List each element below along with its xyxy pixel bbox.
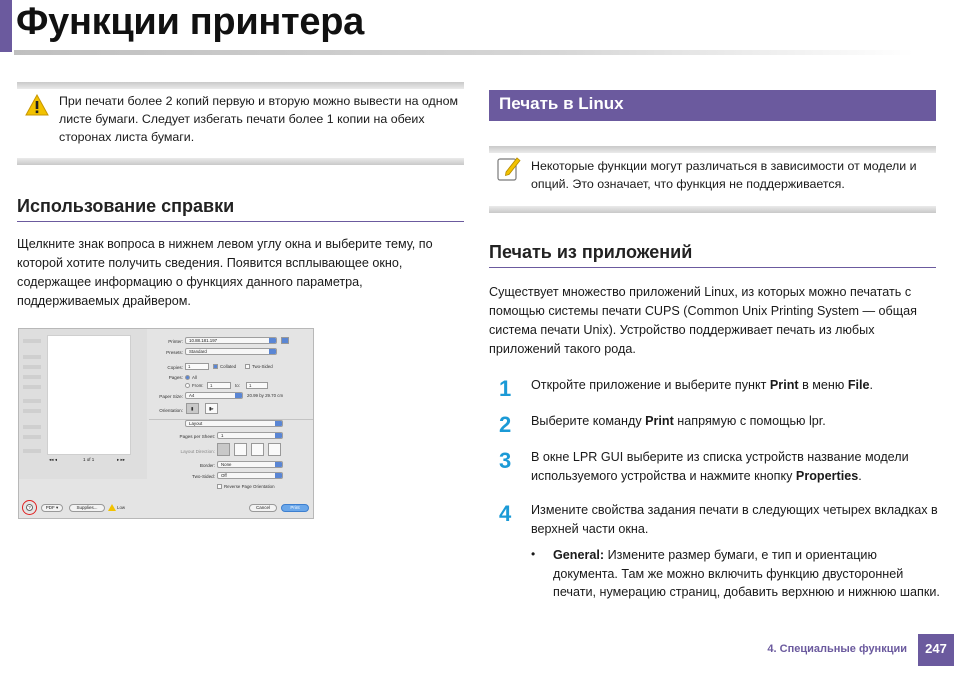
caution-box: При печати более 2 копий первую и вторую… xyxy=(17,82,464,165)
print-button[interactable]: Print xyxy=(281,504,309,512)
low-label: Low xyxy=(117,505,126,510)
title-divider xyxy=(14,50,914,55)
note-box: Некоторые функции могут различаться в за… xyxy=(489,146,936,213)
sidebar-ghost-item xyxy=(23,375,41,379)
border-label: Border: xyxy=(199,463,215,468)
bullet-mark: • xyxy=(531,547,536,561)
note-pencil-icon xyxy=(497,157,521,181)
presets-select[interactable]: Standard xyxy=(185,348,277,355)
pdf-button[interactable]: PDF ▾ xyxy=(41,504,63,512)
orientation-label: Orientation: xyxy=(159,408,183,413)
help-heading-rule xyxy=(17,221,464,222)
title-accent-bar xyxy=(0,0,12,52)
copies-field[interactable]: 1 xyxy=(185,363,209,370)
presets-label: Presets: xyxy=(166,350,183,355)
step-number: 4 xyxy=(499,501,512,526)
printer-expand-button[interactable] xyxy=(281,337,289,344)
step-text: Измените свойства задания печати в следу… xyxy=(531,503,938,536)
sidebar-ghost-item xyxy=(23,365,41,369)
paper-size-label: Paper Size: xyxy=(159,394,183,399)
apps-text: Существует множество приложений Linux, и… xyxy=(489,285,917,356)
apps-heading-rule xyxy=(489,267,936,268)
note-box-top-shade xyxy=(489,146,936,153)
pages-to-value: 1 xyxy=(249,383,252,388)
pages-from-label: From: xyxy=(192,383,204,388)
page-number-badge: 247 xyxy=(918,634,954,666)
printer-select[interactable]: 10.88.181.197 xyxy=(185,337,277,344)
pages-to-field[interactable]: 1 xyxy=(246,382,268,389)
two-sided-select-label: Two-Sided: xyxy=(192,474,215,479)
pages-all-label: All xyxy=(192,375,197,380)
reverse-orientation-label: Reverse Page Orientation xyxy=(224,484,275,489)
caution-box-bottom-shade xyxy=(17,158,464,165)
copies-value: 1 xyxy=(188,364,191,369)
pages-from-field[interactable]: 1 xyxy=(207,382,231,389)
panel-select[interactable]: Layout xyxy=(185,420,283,427)
border-select[interactable]: None xyxy=(217,461,283,468)
copies-label: Copies: xyxy=(167,365,183,370)
supplies-button[interactable]: Supplies... xyxy=(69,504,105,512)
preview-pane: ◂◂ ◂ 1 of 1 ▸ ▸▸ xyxy=(19,329,147,479)
section-banner: Печать в Linux xyxy=(489,90,936,121)
reverse-orientation-checkbox[interactable] xyxy=(217,484,222,489)
pages-range-radio[interactable] xyxy=(185,383,190,388)
sidebar-ghost-item xyxy=(23,435,41,439)
caution-text: При печати более 2 копий первую и вторую… xyxy=(59,94,458,144)
two-sided-checkbox[interactable] xyxy=(245,364,250,369)
preview-pager[interactable]: ◂◂ ◂ 1 of 1 ▸ ▸▸ xyxy=(49,457,135,465)
note-text: Некоторые функции могут различаться в за… xyxy=(531,159,917,191)
low-supply-warning-icon xyxy=(108,504,116,511)
collated-label: Collated xyxy=(220,364,237,369)
pages-label: Pages: xyxy=(168,375,183,380)
paper-size-select[interactable]: A4 xyxy=(185,392,243,399)
step-text: Выберите команду Print напрямую с помощь… xyxy=(531,414,826,428)
page-preview xyxy=(47,335,131,455)
layout-direction-n[interactable] xyxy=(251,443,264,456)
layout-direction-z[interactable] xyxy=(217,443,230,456)
pages-all-radio[interactable] xyxy=(185,375,190,380)
print-dialog-screenshot: ◂◂ ◂ 1 of 1 ▸ ▸▸ Printer: 10.88.181.197 … xyxy=(18,328,314,519)
orientation-landscape-button[interactable]: ▮▸ xyxy=(205,403,218,414)
orientation-portrait-button[interactable]: ▮ xyxy=(186,403,199,414)
step-text: В окне LPR GUI выберите из списка устрой… xyxy=(531,450,909,483)
two-sided-label: Two-Sided xyxy=(252,364,273,369)
caution-box-top-shade xyxy=(17,82,464,89)
step-text: Откройте приложение и выберите пункт Pri… xyxy=(531,378,874,392)
layout-direction-s[interactable] xyxy=(234,443,247,456)
help-button[interactable]: ? xyxy=(26,504,33,511)
help-heading: Использование справки xyxy=(17,196,235,216)
page-counter: 1 of 1 xyxy=(83,457,95,462)
cancel-button[interactable]: Cancel xyxy=(249,504,277,512)
printer-label: Printer: xyxy=(168,339,183,344)
step-number: 3 xyxy=(499,448,512,473)
footer-chapter-label: 4. Специальные функции xyxy=(767,643,907,655)
layout-direction-label: Layout Direction: xyxy=(180,449,215,454)
sidebar-ghost-item xyxy=(23,385,41,389)
step-number: 1 xyxy=(499,376,512,401)
page-title: Функции принтера xyxy=(16,1,364,43)
pages-to-label: to: xyxy=(235,383,240,388)
pages-from-value: 1 xyxy=(210,383,213,388)
paper-dimensions: 20.99 by 29.70 cm xyxy=(247,393,284,398)
layout-direction-n-reverse[interactable] xyxy=(268,443,281,456)
pages-per-sheet-select[interactable]: 1 xyxy=(217,432,283,439)
sidebar-ghost-item xyxy=(23,449,41,453)
warning-icon xyxy=(25,94,49,116)
step-number: 2 xyxy=(499,412,512,437)
note-box-bottom-shade xyxy=(489,206,936,213)
pages-per-sheet-label: Pages per Sheet: xyxy=(179,434,216,439)
sidebar-ghost-item xyxy=(23,425,41,429)
bullet-text: General: Измените размер бумаги, е тип и… xyxy=(553,548,940,599)
collated-checkbox[interactable] xyxy=(213,364,218,369)
sidebar-ghost-item xyxy=(23,355,41,359)
help-text: Щелкните знак вопроса в нижнем левом угл… xyxy=(17,237,433,308)
section-title: Печать в Linux xyxy=(499,94,624,113)
sidebar-ghost-item xyxy=(23,339,41,343)
sidebar-ghost-item xyxy=(23,409,41,413)
apps-heading: Печать из приложений xyxy=(489,242,693,262)
sidebar-ghost-item xyxy=(23,399,41,403)
two-sided-select[interactable]: Off xyxy=(217,472,283,479)
